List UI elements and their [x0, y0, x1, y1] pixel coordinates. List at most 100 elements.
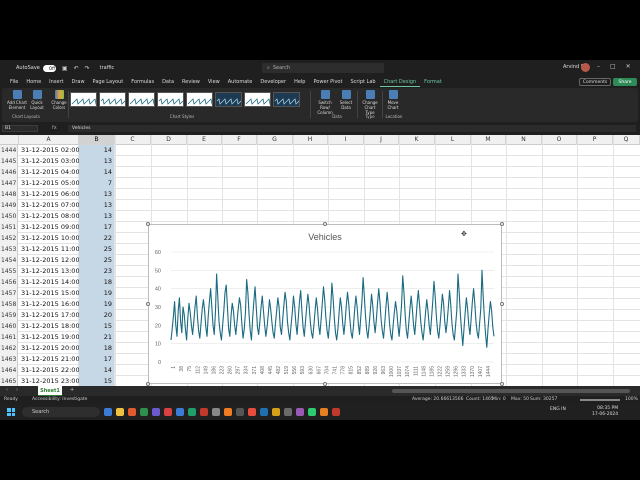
add-sheet-icon[interactable]: +: [70, 387, 74, 393]
cell-datetime[interactable]: 31-12-2015 23:00: [19, 376, 80, 386]
quick-layout-button[interactable]: Quick Layout: [28, 90, 46, 110]
cell-datetime[interactable]: 31-12-2015 20:00: [19, 343, 80, 354]
avatar[interactable]: [581, 63, 590, 72]
cell-datetime[interactable]: 31-12-2015 22:00: [19, 365, 80, 376]
column-header-p[interactable]: P: [577, 135, 613, 145]
cell-vehicles[interactable]: 14: [79, 145, 115, 156]
cell-datetime[interactable]: 31-12-2015 04:00: [19, 167, 80, 178]
redo-icon[interactable]: ↷: [85, 65, 90, 72]
zoom-slider[interactable]: [580, 399, 620, 401]
menu-tab-chart-design[interactable]: Chart Design: [379, 77, 421, 87]
column-header-h[interactable]: H: [293, 135, 328, 145]
cell-vehicles[interactable]: 20: [79, 310, 115, 321]
menu-tab-page-layout[interactable]: Page Layout: [89, 77, 128, 87]
cell-vehicles[interactable]: 13: [79, 189, 115, 200]
row-header[interactable]: 1462: [0, 343, 18, 354]
close-icon[interactable]: ✕: [626, 63, 631, 70]
cell-vehicles[interactable]: 18: [79, 277, 115, 288]
menu-tab-home[interactable]: Home: [22, 77, 45, 87]
menu-tab-format[interactable]: Format: [420, 77, 446, 87]
save-icon[interactable]: ▣: [62, 65, 68, 72]
language-indicator[interactable]: ENG IN: [550, 407, 566, 412]
cell-datetime[interactable]: 31-12-2015 09:00: [19, 222, 80, 233]
taskbar-app-icon[interactable]: [320, 408, 328, 416]
taskbar-app-icon[interactable]: [176, 408, 184, 416]
taskbar-app-icon[interactable]: [260, 408, 268, 416]
autosave-toggle[interactable]: Off: [42, 64, 56, 72]
add-chart-element-button[interactable]: Add Chart Element: [6, 90, 28, 110]
menu-tab-formulas[interactable]: Formulas: [127, 77, 158, 87]
windows-start-icon[interactable]: [7, 408, 15, 416]
cell-vehicles[interactable]: 17: [79, 222, 115, 233]
row-header[interactable]: 1454: [0, 255, 18, 266]
minimize-icon[interactable]: –: [597, 63, 600, 70]
taskbar-search[interactable]: Search: [22, 407, 100, 417]
menu-tab-developer[interactable]: Developer: [256, 77, 290, 87]
zoom-level[interactable]: 100%: [625, 397, 638, 402]
cell-vehicles[interactable]: 22: [79, 233, 115, 244]
taskbar-app-icon[interactable]: [116, 408, 124, 416]
maximize-icon[interactable]: □: [610, 63, 616, 70]
column-header-e[interactable]: E: [187, 135, 222, 145]
column-header-d[interactable]: D: [151, 135, 187, 145]
menu-tab-data[interactable]: Data: [158, 77, 178, 87]
taskbar-app-icon[interactable]: [224, 408, 232, 416]
sheet-tab-sheet1[interactable]: Sheet1: [38, 386, 62, 396]
cell-datetime[interactable]: 31-12-2015 03:00: [19, 156, 80, 167]
cell-datetime[interactable]: 31-12-2015 18:00: [19, 321, 80, 332]
cell-datetime[interactable]: 31-12-2015 02:00: [19, 145, 80, 156]
row-header[interactable]: 1455: [0, 266, 18, 277]
menu-tab-draw[interactable]: Draw: [67, 77, 88, 87]
row-header[interactable]: 1463: [0, 354, 18, 365]
column-header-j[interactable]: J: [364, 135, 399, 145]
cell-vehicles[interactable]: 13: [79, 200, 115, 211]
sheet-next-icon[interactable]: ›: [16, 387, 18, 393]
cell-datetime[interactable]: 31-12-2015 14:00: [19, 277, 80, 288]
change-colors-button[interactable]: Change Colors: [50, 90, 68, 110]
taskbar-app-icon[interactable]: [332, 408, 340, 416]
column-header-o[interactable]: O: [542, 135, 577, 145]
undo-icon[interactable]: ↶: [74, 65, 79, 72]
chart-style-thumb[interactable]: [128, 92, 155, 107]
column-header-i[interactable]: I: [328, 135, 364, 145]
system-tray[interactable]: ENG IN: [550, 407, 566, 412]
resize-handle[interactable]: [323, 222, 327, 226]
row-header[interactable]: 1451: [0, 222, 18, 233]
menu-tab-file[interactable]: File: [6, 77, 22, 87]
row-header[interactable]: 1465: [0, 376, 18, 386]
chart-style-thumb[interactable]: [273, 92, 300, 107]
resize-handle[interactable]: [146, 222, 150, 226]
cell-vehicles[interactable]: 19: [79, 299, 115, 310]
column-header-f[interactable]: F: [222, 135, 257, 145]
taskbar-app-icon[interactable]: [272, 408, 280, 416]
cell-vehicles[interactable]: 15: [79, 376, 115, 386]
chart-style-thumb[interactable]: [70, 92, 97, 107]
column-header-m[interactable]: M: [471, 135, 506, 145]
move-chart-button[interactable]: Move Chart: [385, 90, 401, 110]
menu-tab-insert[interactable]: Insert: [45, 77, 67, 87]
column-header-l[interactable]: L: [435, 135, 471, 145]
chart-style-thumb[interactable]: [186, 92, 213, 107]
change-chart-type-button[interactable]: Change Chart Type: [360, 90, 380, 115]
row-header[interactable]: 1452: [0, 233, 18, 244]
share-button[interactable]: Share: [613, 78, 637, 86]
cell-datetime[interactable]: 31-12-2015 19:00: [19, 332, 80, 343]
menu-tab-help[interactable]: Help: [290, 77, 309, 87]
taskbar-app-icon[interactable]: [308, 408, 316, 416]
row-header[interactable]: 1460: [0, 321, 18, 332]
taskbar-app-icon[interactable]: [152, 408, 160, 416]
row-header[interactable]: 1447: [0, 178, 18, 189]
row-header[interactable]: 1459: [0, 310, 18, 321]
cell-vehicles[interactable]: 19: [79, 288, 115, 299]
menu-tab-script-lab[interactable]: Script Lab: [346, 77, 379, 87]
cell-vehicles[interactable]: 17: [79, 354, 115, 365]
cell-datetime[interactable]: 31-12-2015 12:00: [19, 255, 80, 266]
switch-row-column-button[interactable]: Switch Row/ Column: [314, 90, 336, 115]
accessibility-status[interactable]: Accessibility: Investigate: [32, 397, 87, 402]
cell-datetime[interactable]: 31-12-2015 08:00: [19, 211, 80, 222]
taskbar-app-icon[interactable]: [296, 408, 304, 416]
cell-vehicles[interactable]: 14: [79, 167, 115, 178]
cell-vehicles[interactable]: 25: [79, 244, 115, 255]
select-all-corner[interactable]: [0, 135, 19, 145]
title-search-box[interactable]: ⌕ Search: [262, 63, 384, 73]
